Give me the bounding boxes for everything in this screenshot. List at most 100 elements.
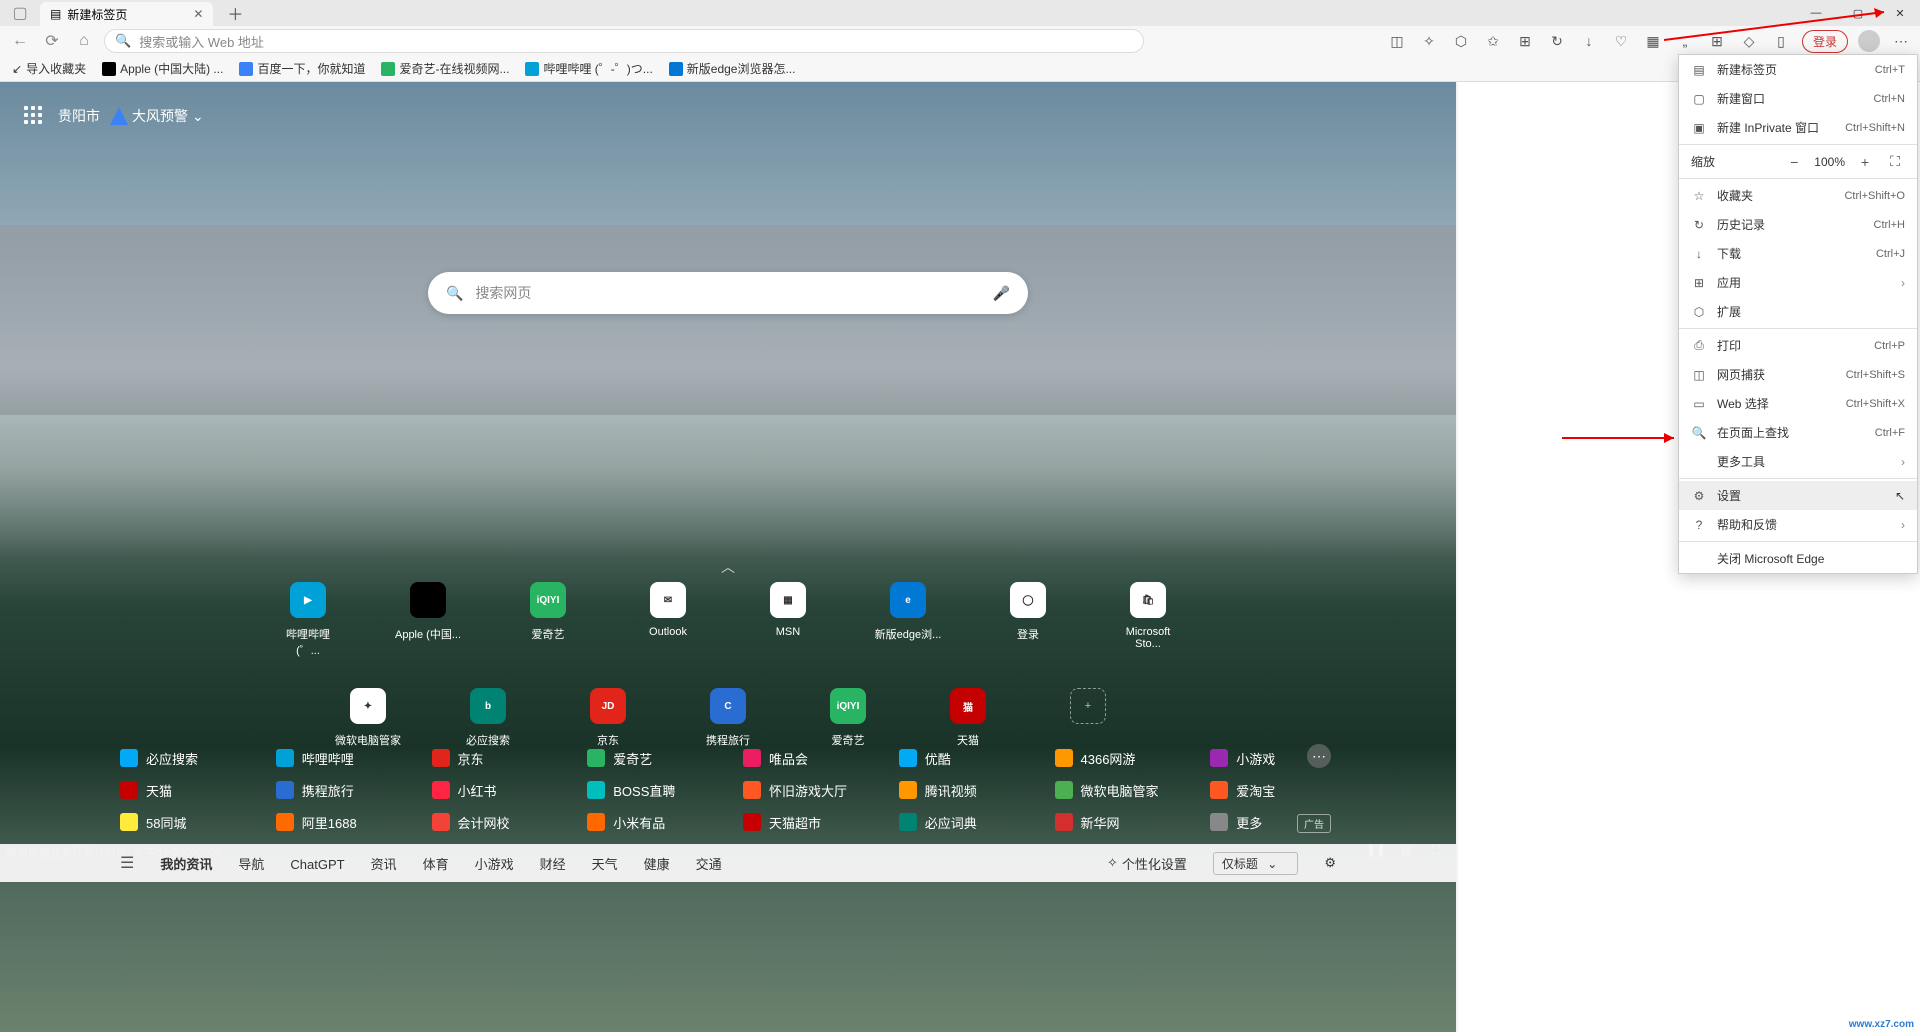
quote-icon[interactable]: „ [1674,30,1696,52]
quick-link-item[interactable]: ✉Outlook [633,582,703,658]
browser-tab[interactable]: ▤ 新建标签页 ✕ [40,2,213,26]
favorites-icon[interactable]: ✩ [1482,30,1504,52]
menu-downloads[interactable]: ↓下载Ctrl+J [1679,239,1917,268]
bookmark-item[interactable]: 哔哩哔哩 (゜-゜)つ... [525,60,652,77]
menu-settings[interactable]: ⚙设置↖ [1679,481,1917,510]
chevron-up-icon[interactable]: ︿ [721,557,735,577]
menu-help[interactable]: ?帮助和反馈› [1679,510,1917,539]
nav-item[interactable]: 财经 [540,857,566,872]
close-window-button[interactable]: ✕ [1880,0,1920,26]
link-cell[interactable]: 天猫超市 [743,806,869,838]
apps-grid-icon[interactable] [20,102,48,130]
nav-item[interactable]: 天气 [592,857,618,872]
menu-new-window[interactable]: ▢新建窗口Ctrl+N [1679,84,1917,113]
menu-capture[interactable]: ◫网页捕获Ctrl+Shift+S [1679,360,1917,389]
personalize-button[interactable]: ✧ 个性化设置 [1107,854,1187,873]
history-icon[interactable]: ↻ [1546,30,1568,52]
gear-icon[interactable]: ⚙ [1324,855,1336,871]
link-cell[interactable]: 阿里1688 [276,806,402,838]
link-cell[interactable]: 怀旧游戏大厅 [743,774,869,806]
nav-item[interactable]: 交通 [696,857,722,872]
quick-link-item[interactable]: ✦微软电脑管家 [333,688,403,748]
link-cell[interactable]: 小红书 [432,774,558,806]
quick-link-item[interactable]: C携程旅行 [693,688,763,748]
fullscreen-button[interactable]: ⛶ [1885,153,1905,170]
microphone-icon[interactable]: 🎤 [993,285,1010,302]
menu-history[interactable]: ↻历史记录Ctrl+H [1679,210,1917,239]
quick-link-item[interactable]: 🛍Microsoft Sto... [1113,582,1183,658]
menu-webselect[interactable]: ▭Web 选择Ctrl+Shift+X [1679,389,1917,418]
menu-icon[interactable]: ☰ [120,853,134,873]
location-label[interactable]: 贵阳市 [58,106,100,126]
menu-new-tab[interactable]: ▤新建标签页Ctrl+T [1679,55,1917,84]
quick-link-item[interactable]: ◯登录 [993,582,1063,658]
nav-item[interactable]: ChatGPT [290,857,344,872]
avatar[interactable] [1858,30,1880,52]
add-quick-link-button[interactable]: + [1053,688,1123,748]
link-cell[interactable]: 京东 [432,742,558,774]
heart-icon[interactable]: ♡ [1610,30,1632,52]
maximize-button[interactable]: ▢ [1838,0,1878,26]
bookmark-item[interactable]: 新版edge浏览器怎... [669,60,796,77]
link-cell[interactable]: 优酷 [899,742,1025,774]
search-input[interactable]: 🔍 搜索网页 🎤 [428,272,1028,314]
import-favorites-button[interactable]: ↙ 导入收藏夹 [12,60,86,77]
grid-more-button[interactable]: ⋯ [1307,744,1331,768]
extensions-icon[interactable]: ⊞ [1706,30,1728,52]
link-cell[interactable]: 4366网游 [1055,742,1181,774]
quick-link-item[interactable]: iQIYI爱奇艺 [513,582,583,658]
nav-item[interactable]: 导航 [238,857,264,872]
link-cell[interactable]: 必应词典 [899,806,1025,838]
minimize-button[interactable]: ― [1796,0,1836,26]
quick-link-item[interactable]: b必应搜索 [453,688,523,748]
shield-icon[interactable]: ⬡ [1450,30,1472,52]
link-cell[interactable]: 携程旅行 [276,774,402,806]
quick-link-item[interactable]: iQIYI爱奇艺 [813,688,883,748]
nav-item[interactable]: 小游戏 [475,857,514,872]
refresh-button[interactable]: ⟳ [40,29,64,53]
link-cell[interactable]: 必应搜索 [120,742,246,774]
performance-icon[interactable]: ◇ [1738,30,1760,52]
menu-find[interactable]: 🔍在页面上查找Ctrl+F [1679,418,1917,447]
nav-item[interactable]: 体育 [423,857,449,872]
bookmark-item[interactable]: Apple (中国大陆) ... [102,60,223,77]
link-cell[interactable]: 小米有品 [587,806,713,838]
link-cell[interactable]: 天猫 [120,774,246,806]
zoom-out-button[interactable]: − [1784,154,1804,170]
new-tab-button[interactable]: ＋ [227,1,243,25]
link-cell[interactable]: 58同城 [120,806,246,838]
menu-apps[interactable]: ⊞应用› [1679,268,1917,297]
menu-close-edge[interactable]: 关闭 Microsoft Edge [1679,544,1917,573]
link-cell[interactable]: BOSS直聘 [587,774,713,806]
weather-badge[interactable]: 大风预警 ⌄ [110,106,204,126]
quick-link-item[interactable]: JD京东 [573,688,643,748]
link-cell[interactable]: 腾讯视频 [899,774,1025,806]
nav-item[interactable]: 我的资讯 [160,857,212,872]
menu-favorites[interactable]: ☆收藏夹Ctrl+Shift+O [1679,181,1917,210]
link-cell[interactable]: 爱奇艺 [587,742,713,774]
login-button[interactable]: 登录 [1802,30,1848,53]
quick-link-item[interactable]: e新版edge浏... [873,582,943,658]
link-cell[interactable]: 会计网校 [432,806,558,838]
nav-item[interactable]: 健康 [644,857,670,872]
link-cell[interactable]: 爱淘宝 [1210,774,1336,806]
back-button[interactable]: ← [8,29,32,53]
home-button[interactable]: ⌂ [72,29,96,53]
tab-actions-icon[interactable]: ▢ [8,1,32,25]
quick-link-item[interactable]: ▶哔哩哔哩 (゜... [273,582,343,658]
collections-icon[interactable]: ⊞ [1514,30,1536,52]
close-icon[interactable]: ✕ [193,7,203,21]
more-menu-button[interactable]: ⋯ [1890,30,1912,52]
nav-item[interactable]: 资讯 [371,857,397,872]
menu-extensions[interactable]: ⬡扩展 [1679,297,1917,326]
mobile-icon[interactable]: ▯ [1770,30,1792,52]
link-cell[interactable]: 哔哩哔哩 [276,742,402,774]
menu-new-inprivate[interactable]: ▣新建 InPrivate 窗口Ctrl+Shift+N [1679,113,1917,142]
display-mode-select[interactable]: 仅标题 ⌄ [1213,852,1298,875]
link-cell[interactable]: 唯品会 [743,742,869,774]
zoom-in-button[interactable]: + [1855,154,1875,170]
quick-link-item[interactable]: ▦MSN [753,582,823,658]
menu-print[interactable]: ⎙打印Ctrl+P [1679,331,1917,360]
bookmark-item[interactable]: 百度一下，你就知道 [239,60,365,77]
math-icon[interactable]: ▦ [1642,30,1664,52]
